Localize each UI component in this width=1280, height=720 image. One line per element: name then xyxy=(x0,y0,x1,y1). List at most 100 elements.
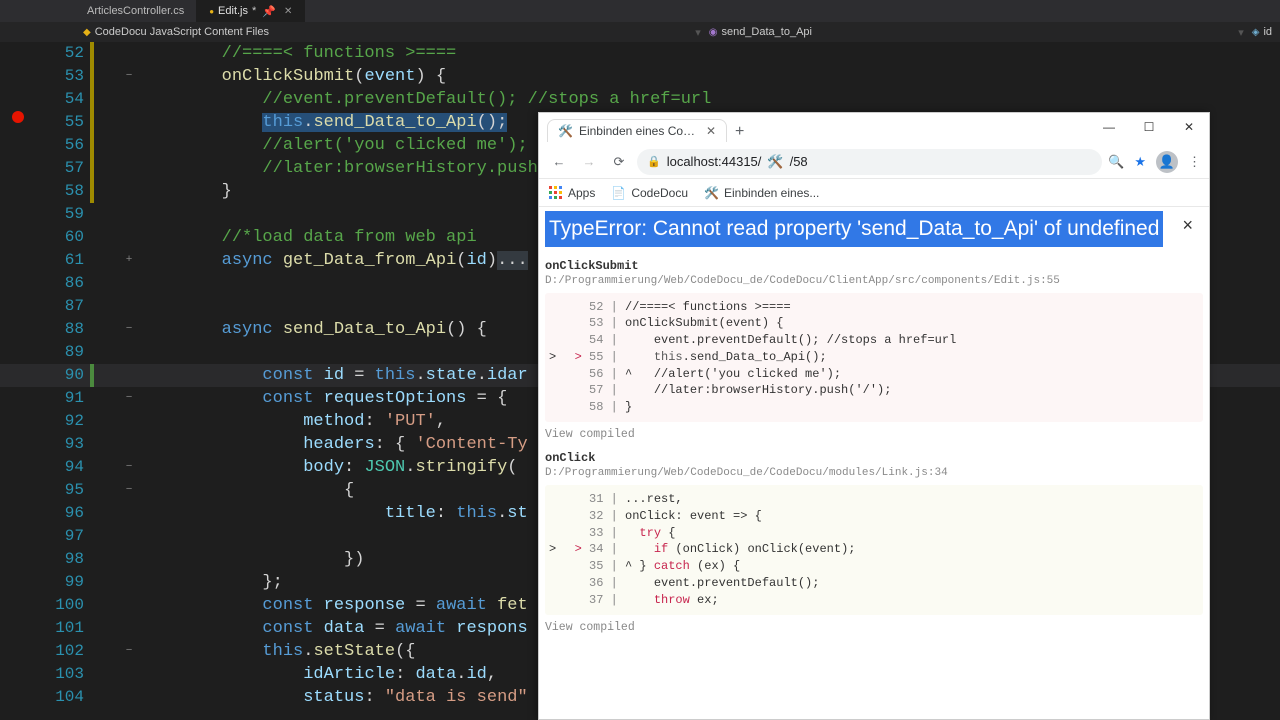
line-number: 57 xyxy=(35,157,90,180)
breakpoint-gutter[interactable] xyxy=(0,111,35,123)
profile-avatar[interactable]: 👤 xyxy=(1156,151,1178,173)
breadcrumb-scope[interactable]: ◆ CodeDocu JavaScript Content Files xyxy=(75,26,277,38)
editor-tab[interactable]: ArticlesController.cs xyxy=(75,0,197,22)
browser-toolbar: ← → ⟳ 🔒 localhost:44315/ 🛠️ /58 🔍 ★ 👤 ⋮ xyxy=(539,145,1209,179)
fold-toggle[interactable]: − xyxy=(118,479,140,502)
zoom-icon[interactable]: 🔍 xyxy=(1108,154,1124,170)
line-number: 55 xyxy=(35,111,90,134)
line-number: 52 xyxy=(35,42,90,65)
breadcrumb-field[interactable]: ◈ id xyxy=(1244,26,1280,38)
code-text: onClickSubmit(event) { xyxy=(140,65,1280,88)
bookmark-item[interactable]: 🛠️Einbinden eines... xyxy=(704,186,819,200)
browser-tab[interactable]: 🛠️ Einbinden eines Configurato ✕ xyxy=(547,119,727,142)
url-host: localhost:44315/ xyxy=(667,154,762,169)
line-number: 101 xyxy=(35,617,90,640)
code-text: //event.preventDefault(); //stops a href… xyxy=(140,88,1280,111)
new-tab-button[interactable]: + xyxy=(735,123,744,141)
editor-tabs: ArticlesController.cs●Edit.js*📌✕ xyxy=(0,0,1280,22)
fold-toggle[interactable]: − xyxy=(118,65,140,88)
bookmark-icon: 📄 xyxy=(611,186,626,200)
field-icon: ◈ xyxy=(1252,27,1260,38)
forward-button: → xyxy=(577,154,601,169)
bookmark-item[interactable]: Apps xyxy=(549,186,595,200)
close-tab-icon[interactable]: ✕ xyxy=(706,124,716,138)
line-number: 89 xyxy=(35,341,90,364)
change-marker xyxy=(90,134,118,157)
line-number: 59 xyxy=(35,203,90,226)
code-line[interactable]: 53− onClickSubmit(event) { xyxy=(0,65,1280,88)
line-number: 60 xyxy=(35,226,90,249)
fold-toggle[interactable]: − xyxy=(118,318,140,341)
line-number: 90 xyxy=(35,364,90,387)
line-number: 86 xyxy=(35,272,90,295)
code-text: //====< functions >==== xyxy=(140,42,1280,65)
apps-icon xyxy=(549,186,563,200)
change-marker xyxy=(90,88,118,111)
bookmark-star-icon[interactable]: ★ xyxy=(1134,154,1146,170)
error-close-button[interactable]: × xyxy=(1172,211,1203,240)
page-content: TypeError: Cannot read property 'send_Da… xyxy=(539,207,1209,719)
line-number: 98 xyxy=(35,548,90,571)
tab-label: Edit.js xyxy=(218,5,248,17)
change-marker xyxy=(90,111,118,134)
change-marker xyxy=(90,180,118,203)
menu-icon[interactable]: ⋮ xyxy=(1188,154,1201,170)
address-bar[interactable]: 🔒 localhost:44315/ 🛠️ /58 xyxy=(637,149,1102,175)
frame-name: onClick xyxy=(545,451,1203,465)
code-line[interactable]: 54 //event.preventDefault(); //stops a h… xyxy=(0,88,1280,111)
view-compiled-link[interactable]: View compiled xyxy=(545,621,1203,634)
url-favicon: 🛠️ xyxy=(767,154,783,170)
frame-path: D:/Programmierung/Web/CodeDocu_de/CodeDo… xyxy=(545,275,1203,287)
line-number: 99 xyxy=(35,571,90,594)
fold-toggle[interactable]: − xyxy=(118,387,140,410)
breadcrumb: ◆ CodeDocu JavaScript Content Files ▾ ◉ … xyxy=(0,22,1280,42)
line-number: 94 xyxy=(35,456,90,479)
bookmark-item[interactable]: 📄 CodeDocu xyxy=(611,186,688,200)
line-number: 54 xyxy=(35,88,90,111)
breadcrumb-method[interactable]: ◉ send_Data_to_Api xyxy=(701,26,820,38)
line-number: 102 xyxy=(35,640,90,663)
back-button[interactable]: ← xyxy=(547,154,571,169)
editor-tab[interactable]: ●Edit.js*📌✕ xyxy=(197,0,305,22)
line-number: 58 xyxy=(35,180,90,203)
bookmark-label: Apps xyxy=(568,186,595,200)
line-number: 104 xyxy=(35,686,90,709)
frame-code: 31 | ...rest, 32 | onClick: event => { 3… xyxy=(545,485,1203,615)
favicon-icon: 🛠️ xyxy=(558,124,573,138)
reload-button[interactable]: ⟳ xyxy=(607,154,631,170)
fold-toggle[interactable]: − xyxy=(118,456,140,479)
view-compiled-link[interactable]: View compiled xyxy=(545,428,1203,441)
stack-frame: onClickSubmit D:/Programmierung/Web/CodeD… xyxy=(545,259,1203,442)
line-number: 92 xyxy=(35,410,90,433)
change-marker xyxy=(90,65,118,88)
bookmark-label: Einbinden eines... xyxy=(724,186,819,200)
tab-label: ArticlesController.cs xyxy=(87,5,184,17)
change-marker xyxy=(90,42,118,65)
frame-name: onClickSubmit xyxy=(545,259,1203,273)
code-line[interactable]: 52 //====< functions >==== xyxy=(0,42,1280,65)
minimize-button[interactable]: — xyxy=(1089,113,1129,141)
line-number: 97 xyxy=(35,525,90,548)
browser-window: 🛠️ Einbinden eines Configurato ✕ + — ☐ ✕… xyxy=(538,112,1210,720)
bookmarks-bar: Apps 📄 CodeDocu 🛠️Einbinden eines... xyxy=(539,179,1209,207)
line-number: 88 xyxy=(35,318,90,341)
stack-frame: onClickD:/Programmierung/Web/CodeDocu_de… xyxy=(545,451,1203,634)
change-marker xyxy=(90,157,118,180)
breadcrumb-field-label: id xyxy=(1263,26,1272,38)
bookmark-label: CodeDocu xyxy=(631,186,688,200)
dirty-indicator: * xyxy=(252,5,256,17)
maximize-button[interactable]: ☐ xyxy=(1129,113,1169,141)
file-icon: ◆ xyxy=(83,27,91,38)
breakpoint-icon[interactable] xyxy=(12,111,24,123)
line-number: 103 xyxy=(35,663,90,686)
close-window-button[interactable]: ✕ xyxy=(1169,113,1209,141)
line-number: 91 xyxy=(35,387,90,410)
url-path: /58 xyxy=(790,154,808,169)
fold-toggle[interactable]: + xyxy=(118,249,140,272)
fold-toggle[interactable]: − xyxy=(118,640,140,663)
close-icon[interactable]: ✕ xyxy=(284,6,292,17)
method-icon: ◉ xyxy=(709,27,718,38)
line-number: 61 xyxy=(35,249,90,272)
pin-icon: 📌 xyxy=(262,5,276,18)
line-number: 96 xyxy=(35,502,90,525)
